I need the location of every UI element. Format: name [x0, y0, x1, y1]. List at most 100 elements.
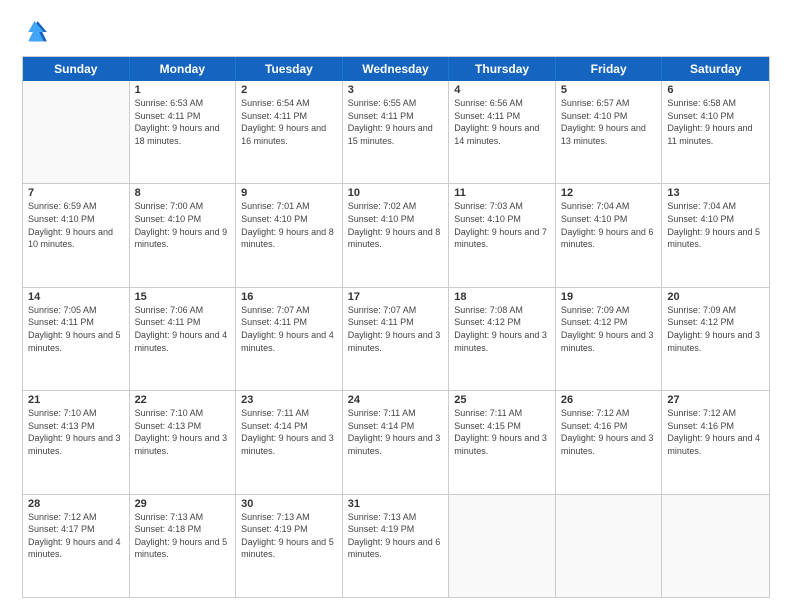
table-row: 23Sunrise: 7:11 AM Sunset: 4:14 PM Dayli… — [236, 391, 343, 493]
table-row: 31Sunrise: 7:13 AM Sunset: 4:19 PM Dayli… — [343, 495, 450, 597]
cell-info: Sunrise: 7:00 AM Sunset: 4:10 PM Dayligh… — [135, 200, 231, 250]
table-row: 11Sunrise: 7:03 AM Sunset: 4:10 PM Dayli… — [449, 184, 556, 286]
day-number: 15 — [135, 291, 231, 303]
cell-info: Sunrise: 7:05 AM Sunset: 4:11 PM Dayligh… — [28, 304, 124, 354]
day-header-tuesday: Tuesday — [236, 57, 343, 81]
calendar-week-1: 1Sunrise: 6:53 AM Sunset: 4:11 PM Daylig… — [23, 81, 769, 184]
calendar-week-2: 7Sunrise: 6:59 AM Sunset: 4:10 PM Daylig… — [23, 184, 769, 287]
table-row: 27Sunrise: 7:12 AM Sunset: 4:16 PM Dayli… — [662, 391, 769, 493]
cell-info: Sunrise: 7:04 AM Sunset: 4:10 PM Dayligh… — [561, 200, 657, 250]
table-row — [449, 495, 556, 597]
cell-info: Sunrise: 7:02 AM Sunset: 4:10 PM Dayligh… — [348, 200, 444, 250]
day-number: 7 — [28, 187, 124, 199]
day-header-wednesday: Wednesday — [343, 57, 450, 81]
day-header-monday: Monday — [130, 57, 237, 81]
cell-info: Sunrise: 7:07 AM Sunset: 4:11 PM Dayligh… — [348, 304, 444, 354]
cell-info: Sunrise: 7:08 AM Sunset: 4:12 PM Dayligh… — [454, 304, 550, 354]
day-number: 3 — [348, 84, 444, 96]
day-header-friday: Friday — [556, 57, 663, 81]
table-row: 12Sunrise: 7:04 AM Sunset: 4:10 PM Dayli… — [556, 184, 663, 286]
day-number: 6 — [667, 84, 764, 96]
cell-info: Sunrise: 7:01 AM Sunset: 4:10 PM Dayligh… — [241, 200, 337, 250]
table-row: 7Sunrise: 6:59 AM Sunset: 4:10 PM Daylig… — [23, 184, 130, 286]
table-row: 29Sunrise: 7:13 AM Sunset: 4:18 PM Dayli… — [130, 495, 237, 597]
cell-info: Sunrise: 7:09 AM Sunset: 4:12 PM Dayligh… — [667, 304, 764, 354]
table-row: 15Sunrise: 7:06 AM Sunset: 4:11 PM Dayli… — [130, 288, 237, 390]
table-row: 30Sunrise: 7:13 AM Sunset: 4:19 PM Dayli… — [236, 495, 343, 597]
day-number: 20 — [667, 291, 764, 303]
logo-icon — [22, 18, 50, 46]
table-row: 2Sunrise: 6:54 AM Sunset: 4:11 PM Daylig… — [236, 81, 343, 183]
table-row: 1Sunrise: 6:53 AM Sunset: 4:11 PM Daylig… — [130, 81, 237, 183]
table-row: 22Sunrise: 7:10 AM Sunset: 4:13 PM Dayli… — [130, 391, 237, 493]
table-row: 19Sunrise: 7:09 AM Sunset: 4:12 PM Dayli… — [556, 288, 663, 390]
logo — [22, 18, 54, 46]
cell-info: Sunrise: 7:12 AM Sunset: 4:16 PM Dayligh… — [561, 407, 657, 457]
day-number: 18 — [454, 291, 550, 303]
table-row: 14Sunrise: 7:05 AM Sunset: 4:11 PM Dayli… — [23, 288, 130, 390]
cell-info: Sunrise: 7:12 AM Sunset: 4:16 PM Dayligh… — [667, 407, 764, 457]
day-number: 16 — [241, 291, 337, 303]
cell-info: Sunrise: 7:03 AM Sunset: 4:10 PM Dayligh… — [454, 200, 550, 250]
table-row — [23, 81, 130, 183]
cell-info: Sunrise: 6:54 AM Sunset: 4:11 PM Dayligh… — [241, 97, 337, 147]
cell-info: Sunrise: 7:11 AM Sunset: 4:14 PM Dayligh… — [241, 407, 337, 457]
table-row: 20Sunrise: 7:09 AM Sunset: 4:12 PM Dayli… — [662, 288, 769, 390]
cell-info: Sunrise: 7:04 AM Sunset: 4:10 PM Dayligh… — [667, 200, 764, 250]
calendar: SundayMondayTuesdayWednesdayThursdayFrid… — [22, 56, 770, 598]
table-row: 13Sunrise: 7:04 AM Sunset: 4:10 PM Dayli… — [662, 184, 769, 286]
day-number: 25 — [454, 394, 550, 406]
day-number: 31 — [348, 498, 444, 510]
cell-info: Sunrise: 6:56 AM Sunset: 4:11 PM Dayligh… — [454, 97, 550, 147]
calendar-body: 1Sunrise: 6:53 AM Sunset: 4:11 PM Daylig… — [23, 81, 769, 597]
table-row: 18Sunrise: 7:08 AM Sunset: 4:12 PM Dayli… — [449, 288, 556, 390]
cell-info: Sunrise: 7:09 AM Sunset: 4:12 PM Dayligh… — [561, 304, 657, 354]
calendar-week-4: 21 Sunrise: 7:10 AM Sunset: 4:13 PM Dayli… — [23, 391, 769, 494]
cell-info: Sunrise: 7:13 AM Sunset: 4:19 PM Dayligh… — [348, 511, 444, 561]
cell-info: Sunrise: 7:06 AM Sunset: 4:11 PM Dayligh… — [135, 304, 231, 354]
cell-info: Sunrise: 7:12 AM Sunset: 4:17 PM Dayligh… — [28, 511, 124, 561]
day-number: 13 — [667, 187, 764, 199]
cell-info: Sunrise: 7:11 AM Sunset: 4:14 PM Dayligh… — [348, 407, 444, 457]
cell-info: Sunrise: 6:57 AM Sunset: 4:10 PM Dayligh… — [561, 97, 657, 147]
day-number: 5 — [561, 84, 657, 96]
cell-info: Sunrise: 7:07 AM Sunset: 4:11 PM Dayligh… — [241, 304, 337, 354]
table-row: 26Sunrise: 7:12 AM Sunset: 4:16 PM Dayli… — [556, 391, 663, 493]
day-number: 23 — [241, 394, 337, 406]
cell-info: Sunrise: 6:53 AM Sunset: 4:11 PM Dayligh… — [135, 97, 231, 147]
table-row: 25Sunrise: 7:11 AM Sunset: 4:15 PM Dayli… — [449, 391, 556, 493]
day-number: 28 — [28, 498, 124, 510]
day-number: 9 — [241, 187, 337, 199]
day-number: 17 — [348, 291, 444, 303]
day-header-saturday: Saturday — [662, 57, 769, 81]
day-number: 24 — [348, 394, 444, 406]
day-number: 19 — [561, 291, 657, 303]
day-number: 29 — [135, 498, 231, 510]
table-row: 28Sunrise: 7:12 AM Sunset: 4:17 PM Dayli… — [23, 495, 130, 597]
day-number: 26 — [561, 394, 657, 406]
day-number: 8 — [135, 187, 231, 199]
table-row: 16Sunrise: 7:07 AM Sunset: 4:11 PM Dayli… — [236, 288, 343, 390]
day-header-sunday: Sunday — [23, 57, 130, 81]
day-number: 21 — [28, 394, 124, 406]
calendar-week-3: 14Sunrise: 7:05 AM Sunset: 4:11 PM Dayli… — [23, 288, 769, 391]
cell-info: Sunrise: 7:10 AM Sunset: 4:13 PM Dayligh… — [135, 407, 231, 457]
cell-info: Sunrise: 6:55 AM Sunset: 4:11 PM Dayligh… — [348, 97, 444, 147]
cell-info: Sunrise: 7:13 AM Sunset: 4:19 PM Dayligh… — [241, 511, 337, 561]
day-number: 2 — [241, 84, 337, 96]
day-number: 4 — [454, 84, 550, 96]
day-number: 1 — [135, 84, 231, 96]
table-row: 4Sunrise: 6:56 AM Sunset: 4:11 PM Daylig… — [449, 81, 556, 183]
day-number: 27 — [667, 394, 764, 406]
table-row: 3Sunrise: 6:55 AM Sunset: 4:11 PM Daylig… — [343, 81, 450, 183]
day-number: 10 — [348, 187, 444, 199]
table-row: 6Sunrise: 6:58 AM Sunset: 4:10 PM Daylig… — [662, 81, 769, 183]
table-row — [662, 495, 769, 597]
table-row: 10Sunrise: 7:02 AM Sunset: 4:10 PM Dayli… — [343, 184, 450, 286]
day-number: 14 — [28, 291, 124, 303]
table-row: 24Sunrise: 7:11 AM Sunset: 4:14 PM Dayli… — [343, 391, 450, 493]
table-row — [556, 495, 663, 597]
table-row: 9Sunrise: 7:01 AM Sunset: 4:10 PM Daylig… — [236, 184, 343, 286]
day-number: 30 — [241, 498, 337, 510]
day-number: 22 — [135, 394, 231, 406]
